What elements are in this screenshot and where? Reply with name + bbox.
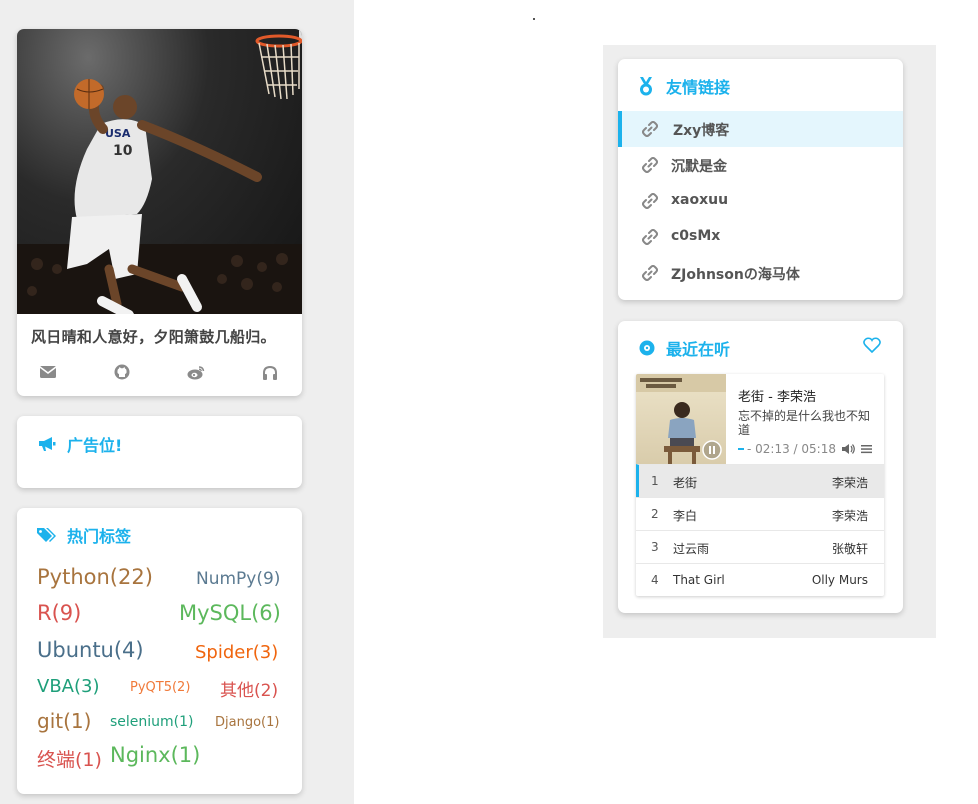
volume-icon[interactable] xyxy=(841,443,856,455)
svg-text:10: 10 xyxy=(113,143,133,159)
stray-dot xyxy=(533,18,535,20)
friends-card-title: 友情链接 xyxy=(638,74,730,98)
headphones-icon[interactable] xyxy=(259,361,281,383)
social-links xyxy=(17,361,302,383)
profile-banner-image: USA 10 xyxy=(17,29,302,314)
tag-other[interactable]: 其他(2) xyxy=(220,676,278,701)
link-icon xyxy=(642,265,658,281)
tag-python[interactable]: Python(22) xyxy=(37,565,153,589)
playlist-row[interactable]: 4 That Girl Olly Murs xyxy=(636,563,884,596)
friend-link-label: ZJohnsonの海马体 xyxy=(671,267,800,283)
profile-motto: 风日晴和人意好，夕阳箫鼓几船归。 xyxy=(31,328,276,346)
ad-card: 广告位! xyxy=(17,416,302,488)
weibo-icon[interactable] xyxy=(185,361,207,383)
track-artist: 李荣浩 xyxy=(831,509,868,523)
friends-title-text: 友情链接 xyxy=(666,78,731,97)
envelope-icon[interactable] xyxy=(37,361,59,383)
tag-nginx[interactable]: Nginx(1) xyxy=(110,743,200,767)
menu-icon[interactable] xyxy=(860,444,872,454)
disc-icon xyxy=(638,338,656,358)
github-icon[interactable] xyxy=(111,361,133,383)
tag-django[interactable]: Django(1) xyxy=(215,715,279,730)
svg-text:USA: USA xyxy=(105,127,131,140)
music-player: 老街 - 李荣浩 忘不掉的是什么我也不知道 - 02:13 / 05:18 1 … xyxy=(636,374,884,596)
medal-icon xyxy=(638,76,654,96)
playlist-row[interactable]: 1 老街 李荣浩 xyxy=(636,464,884,497)
music-card: 最近在听 老街 - 李荣浩 忘不掉的是什么我也不知道 - 02:13 / 05:… xyxy=(618,321,903,613)
tag-pyqt5[interactable]: PyQT5(2) xyxy=(130,680,190,695)
tag-git[interactable]: git(1) xyxy=(37,709,91,733)
friend-link-item[interactable]: ZJohnsonの海马体 xyxy=(618,255,903,291)
friend-link-label: c0sMx xyxy=(671,228,721,244)
hot-tags-card: 热门标签 Python(22) NumPy(9) R(9) MySQL(6) U… xyxy=(17,508,302,794)
heart-icon[interactable] xyxy=(863,337,883,355)
friend-link-label: 沉默是金 xyxy=(671,159,727,175)
link-icon xyxy=(642,229,658,245)
bullhorn-icon xyxy=(37,434,57,454)
tags-icon xyxy=(37,525,57,545)
playback-time: - 02:13 / 05:18 xyxy=(747,442,836,456)
playlist-row[interactable]: 2 李白 李荣浩 xyxy=(636,497,884,530)
track-title: 老街 xyxy=(673,476,698,490)
ad-title-text: 广告位! xyxy=(67,436,123,455)
playlist-row[interactable]: 3 过云雨 张敬轩 xyxy=(636,530,884,563)
link-icon xyxy=(642,193,658,209)
tag-mysql[interactable]: MySQL(6) xyxy=(179,601,281,625)
ad-card-title: 广告位! xyxy=(37,432,122,456)
tags-card-title: 热门标签 xyxy=(37,523,131,547)
friend-link-label: Zxy博客 xyxy=(673,123,730,139)
friend-link-item[interactable]: 沉默是金 xyxy=(618,147,903,183)
track-title: 李白 xyxy=(673,509,698,523)
track-number: 1 xyxy=(651,474,659,488)
now-playing-lyric: 忘不掉的是什么我也不知道 xyxy=(738,409,871,437)
now-playing-title: 老街 - 李荣浩 xyxy=(738,390,816,405)
friend-link-item[interactable]: Zxy博客 xyxy=(618,111,903,147)
tag-ubuntu[interactable]: Ubuntu(4) xyxy=(37,638,144,662)
track-number: 3 xyxy=(651,540,659,554)
tag-r[interactable]: R(9) xyxy=(37,601,81,625)
friend-link-item[interactable]: c0sMx xyxy=(618,219,903,255)
track-artist: 李荣浩 xyxy=(831,476,868,490)
track-title: That Girl xyxy=(673,573,725,587)
friend-link-label: xaoxuu xyxy=(671,192,729,208)
link-icon xyxy=(642,157,658,173)
tag-spider[interactable]: Spider(3) xyxy=(195,642,278,663)
track-artist: Olly Murs xyxy=(811,573,868,587)
track-artist: 张敬轩 xyxy=(831,542,868,556)
profile-card: USA 10 风日晴和人意好，夕阳箫鼓几船归。 xyxy=(17,29,302,396)
music-title-text: 最近在听 xyxy=(666,340,731,359)
track-number: 2 xyxy=(651,507,659,521)
track-number: 4 xyxy=(651,573,659,587)
friend-links-card: 友情链接 Zxy博客 沉默是金 xaoxuu c0sMx ZJohnsonの海马… xyxy=(618,59,903,300)
friend-link-item[interactable]: xaoxuu xyxy=(618,183,903,219)
tags-title-text: 热门标签 xyxy=(67,527,132,546)
album-cover xyxy=(636,374,726,464)
tag-selenium[interactable]: selenium(1) xyxy=(110,714,194,730)
pause-icon[interactable] xyxy=(702,440,722,460)
tag-terminal[interactable]: 终端(1) xyxy=(37,745,102,772)
tag-vba[interactable]: VBA(3) xyxy=(37,676,99,697)
track-title: 过云雨 xyxy=(673,542,710,556)
music-card-title: 最近在听 xyxy=(638,336,730,360)
link-icon xyxy=(642,121,658,137)
progress-bar[interactable] xyxy=(738,448,744,450)
tag-numpy[interactable]: NumPy(9) xyxy=(196,569,280,589)
playback-controls: - 02:13 / 05:18 xyxy=(738,442,872,456)
